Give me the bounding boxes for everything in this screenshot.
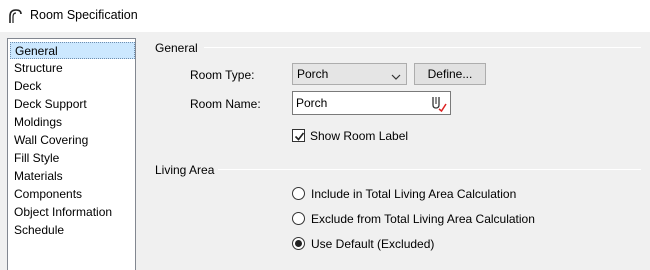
- checkmark-icon: [294, 132, 305, 141]
- chevron-down-icon: [391, 70, 401, 80]
- sidebar-item-fill-style[interactable]: Fill Style: [10, 150, 59, 167]
- title-bar: Room Specification: [0, 0, 650, 32]
- exclude-living-area-radio[interactable]: [292, 212, 305, 225]
- sidebar-item-components[interactable]: Components: [10, 186, 82, 203]
- window-title: Room Specification: [30, 8, 138, 22]
- include-living-area-label: Include in Total Living Area Calculation: [311, 187, 517, 201]
- living-area-group-divider: [218, 169, 641, 170]
- room-type-value: Porch: [297, 67, 329, 81]
- sidebar-item-object-information[interactable]: Object Information: [10, 204, 112, 221]
- radio-selected-dot: [295, 240, 302, 247]
- room-name-input[interactable]: Porch: [292, 91, 451, 115]
- sidebar-item-structure[interactable]: Structure: [10, 60, 63, 77]
- show-room-label-text: Show Room Label: [310, 129, 409, 143]
- use-default-label: Use Default (Excluded): [311, 237, 435, 251]
- show-room-label-checkbox[interactable]: [292, 129, 305, 142]
- sidebar-item-wall-covering[interactable]: Wall Covering: [10, 132, 88, 149]
- use-default-radio[interactable]: [292, 237, 305, 250]
- exclude-living-area-label: Exclude from Total Living Area Calculati…: [311, 212, 535, 226]
- general-group-title: General: [155, 41, 198, 55]
- text-macro-icon[interactable]: [429, 94, 448, 113]
- sidebar-item-moldings[interactable]: Moldings: [10, 114, 62, 131]
- category-list[interactable]: General Structure Deck Deck Support Mold…: [7, 38, 136, 270]
- room-name-value: Porch: [296, 96, 328, 110]
- sidebar-item-schedule[interactable]: Schedule: [10, 222, 64, 239]
- sidebar-item-deck-support[interactable]: Deck Support: [10, 96, 87, 113]
- include-living-area-radio[interactable]: [292, 187, 305, 200]
- room-type-dropdown[interactable]: Porch: [292, 63, 407, 85]
- sidebar-item-general[interactable]: General: [10, 42, 135, 59]
- living-area-group-title: Living Area: [155, 163, 215, 177]
- arch-icon: [7, 8, 23, 24]
- room-type-label: Room Type:: [190, 68, 255, 82]
- define-button[interactable]: Define...: [414, 63, 486, 85]
- general-group-divider: [204, 47, 641, 48]
- sidebar-item-deck[interactable]: Deck: [10, 78, 41, 95]
- room-name-label: Room Name:: [190, 97, 261, 111]
- sidebar-item-materials[interactable]: Materials: [10, 168, 63, 185]
